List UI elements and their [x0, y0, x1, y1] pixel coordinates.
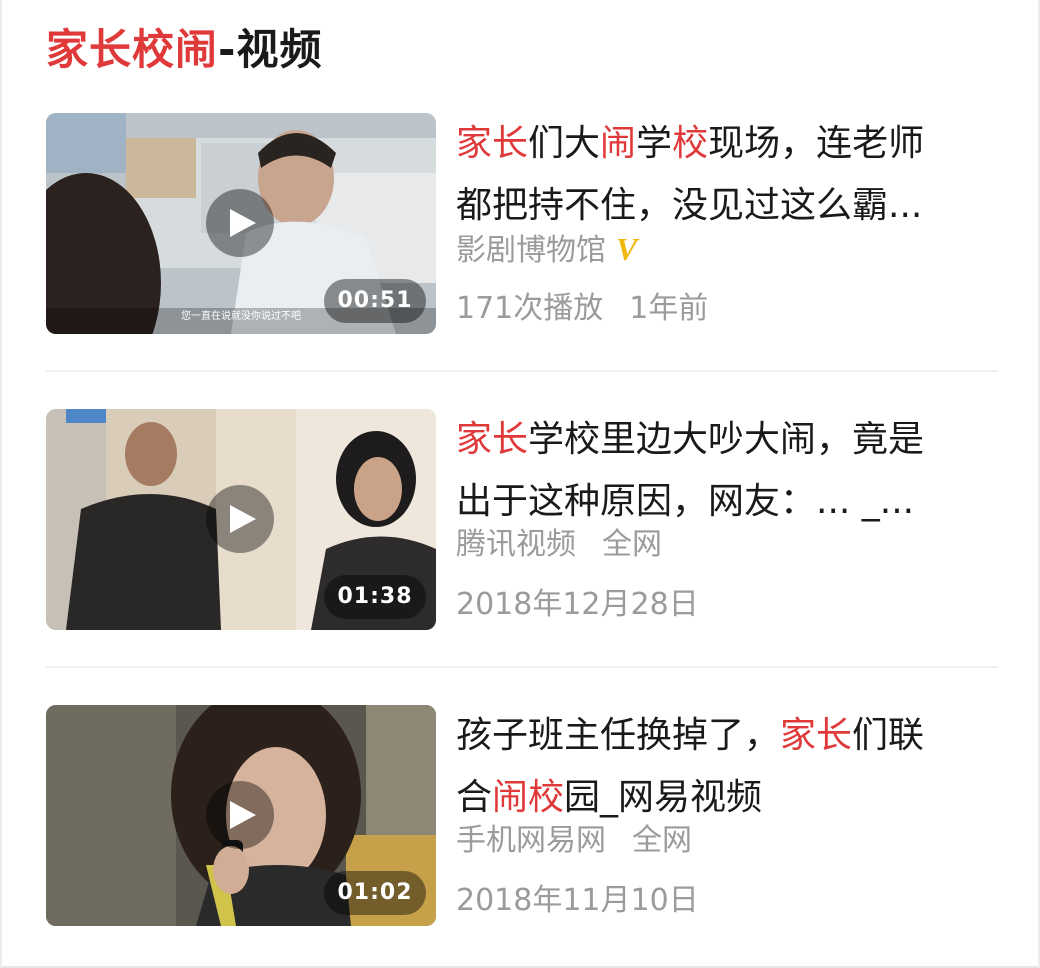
title-keyword-highlight: 家长 [456, 123, 529, 164]
divider-1 [46, 370, 998, 372]
title-keyword-highlight: 闹 [600, 123, 637, 164]
video-duration-2: 01:38 [324, 575, 426, 619]
title-keyword-highlight: 校 [672, 123, 709, 164]
video-stats-row-3: 2018年11月10日 [456, 877, 699, 925]
video-title-line: 家长们大闹学校现场，连老师 [456, 113, 996, 175]
video-source-3: 手机网易网 [456, 823, 606, 858]
video-date-2: 2018年12月28日 [456, 587, 699, 622]
video-thumbnail-1[interactable]: 您一直在说就没你说过不吧 00:51 [46, 113, 436, 334]
video-source-1: 影剧博物馆 [456, 233, 606, 268]
title-text: 现场，连老师 [708, 123, 925, 164]
video-title-2[interactable]: 家长学校里边大吵大闹，竟是出于这种原因，网友：... _... [456, 409, 996, 533]
title-text: 出于这种原因，网友：... _... [456, 481, 915, 522]
title-text: 学 [636, 123, 673, 164]
title-text: 合 [456, 777, 493, 818]
divider-2 [46, 666, 998, 668]
play-button-1[interactable] [206, 189, 274, 257]
video-date-3: 2018年11月10日 [456, 883, 699, 918]
video-scope-3: 全网 [632, 823, 692, 858]
play-button-3[interactable] [206, 781, 274, 849]
play-icon [230, 505, 256, 533]
video-title-line: 家长学校里边大吵大闹，竟是 [456, 409, 996, 471]
video-stats-row-2: 2018年12月28日 [456, 581, 699, 629]
section-title-highlight: 家长校闹 [46, 25, 219, 74]
video-thumbnail-2[interactable]: 01:38 [46, 409, 436, 630]
video-item-3[interactable]: 01:02 孩子班主任换掉了，家长们联合闹校园_网易视频 手机网易网 全网 201… [46, 705, 998, 927]
video-scope-2: 全网 [602, 527, 662, 562]
video-duration-3: 01:02 [324, 871, 426, 915]
play-button-2[interactable] [206, 485, 274, 553]
title-keyword-highlight: 家长 [456, 419, 529, 460]
title-text: 都把持不住，没见过这么霸... [456, 185, 923, 226]
video-thumbnail-3[interactable]: 01:02 [46, 705, 436, 926]
title-text: 孩子班主任换掉了， [456, 715, 781, 756]
thumbnail-subtitle-1: 您一直在说就没你说过不吧 [181, 309, 301, 322]
video-item-2[interactable]: 01:38 家长学校里边大吵大闹，竟是出于这种原因，网友：... _... 腾讯… [46, 409, 998, 631]
video-source-row-1: 影剧博物馆 V [456, 225, 637, 275]
video-title-3[interactable]: 孩子班主任换掉了，家长们联合闹校园_网易视频 [456, 705, 996, 829]
video-stats-row-1: 171次播放 1年前 [456, 285, 708, 333]
video-plays-1: 171次播放 [456, 291, 604, 326]
video-source-row-2: 腾讯视频 全网 [456, 521, 662, 569]
video-duration-1: 00:51 [324, 279, 426, 323]
video-title-line: 孩子班主任换掉了，家长们联 [456, 705, 996, 767]
video-source-2: 腾讯视频 [456, 527, 576, 562]
title-keyword-highlight: 闹校 [492, 777, 565, 818]
title-text: 园_网易视频 [564, 777, 763, 818]
section-title-rest: -视频 [218, 25, 323, 74]
play-icon [230, 801, 256, 829]
section-title[interactable]: 家长校闹-视频 [46, 24, 322, 76]
title-text: 学校里边大吵大闹，竟是 [528, 419, 925, 460]
video-date-1: 1年前 [629, 291, 709, 326]
video-title-1[interactable]: 家长们大闹学校现场，连老师都把持不住，没见过这么霸... [456, 113, 996, 237]
title-text: 们大 [528, 123, 601, 164]
video-item-1[interactable]: 您一直在说就没你说过不吧 00:51 家长们大闹学校现场，连老师都把持不住，没见… [46, 113, 998, 335]
title-keyword-highlight: 家长 [780, 715, 853, 756]
video-source-row-3: 手机网易网 全网 [456, 817, 692, 865]
video-search-card: 家长校闹-视频 您一直在说就没你说过不吧 00:51 家长们大闹学校现场，连老师… [0, 0, 1040, 968]
verified-v-badge-icon: V [616, 231, 638, 267]
play-icon [230, 209, 256, 237]
title-text: 们联 [852, 715, 925, 756]
